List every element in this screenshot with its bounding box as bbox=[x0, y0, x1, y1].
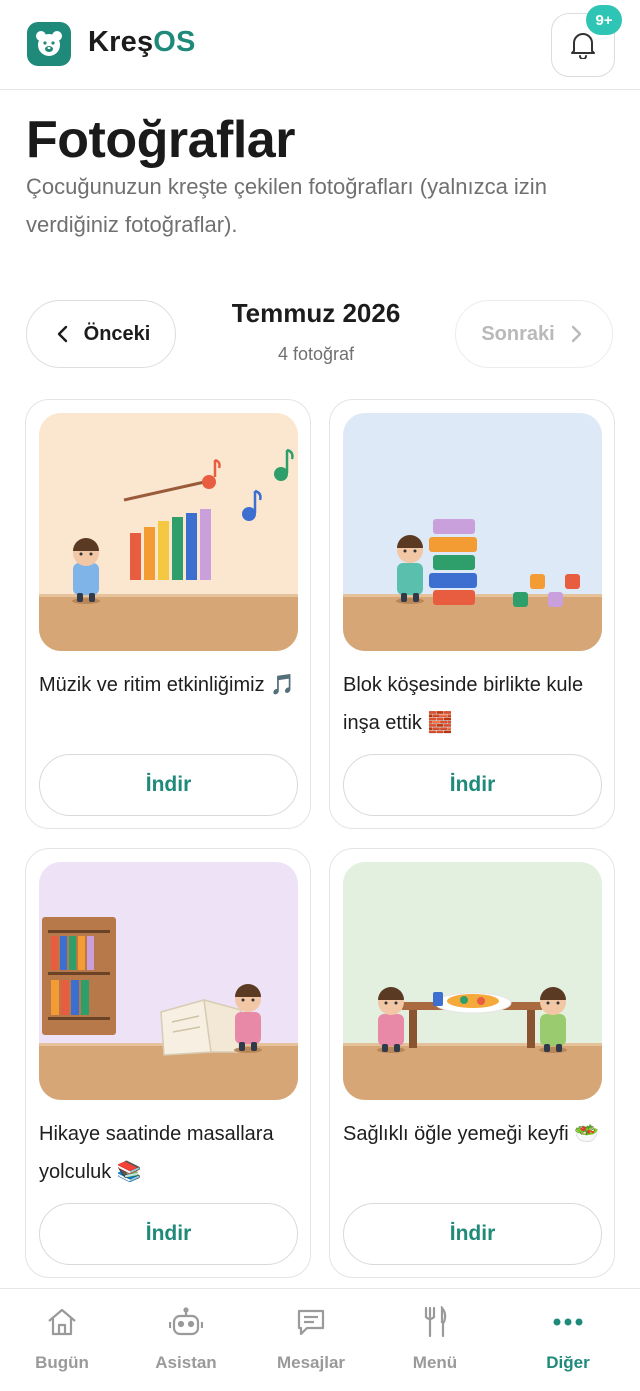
bottom-navigation: Bugün Asistan Mesajlar Menü Diğer bbox=[0, 1288, 640, 1391]
bell-icon bbox=[571, 33, 595, 59]
tab-label: Bugün bbox=[35, 1353, 89, 1372]
top-bar: KreşOS 9+ bbox=[0, 0, 640, 90]
download-button[interactable]: İndir bbox=[343, 1203, 602, 1265]
photo-story[interactable] bbox=[39, 862, 298, 1100]
photo-card: Hikaye saatinde masallara yolculuk 📚 İnd… bbox=[25, 848, 311, 1278]
utensils-icon bbox=[373, 1304, 497, 1340]
photo-caption: Hikaye saatinde masallara yolculuk 📚 bbox=[39, 1123, 274, 1183]
tab-label: Asistan bbox=[155, 1353, 217, 1372]
tab-diger[interactable]: Diğer bbox=[506, 1289, 630, 1391]
download-button[interactable]: İndir bbox=[343, 754, 602, 816]
photo-card: Sağlıklı öğle yemeği keyfi 🥗 İndir bbox=[329, 848, 615, 1278]
previous-month-button[interactable]: Önceki bbox=[26, 300, 176, 368]
bear-logo-icon[interactable] bbox=[27, 22, 71, 66]
photo-card: Müzik ve ritim etkinliğimiz 🎵 İndir bbox=[25, 399, 311, 829]
chevron-right-icon bbox=[571, 325, 581, 343]
more-dots-icon bbox=[506, 1304, 630, 1340]
photo-lunch[interactable] bbox=[343, 862, 602, 1100]
app-brand: KreşOS bbox=[88, 26, 196, 59]
download-button[interactable]: İndir bbox=[39, 754, 298, 816]
photo-card: Blok köşesinde birlikte kule inşa ettik … bbox=[329, 399, 615, 829]
photo-count: 4 fotoğraf bbox=[277, 344, 355, 364]
photo-caption: Sağlıklı öğle yemeği keyfi 🥗 bbox=[343, 1123, 600, 1145]
tab-label: Mesajlar bbox=[276, 1353, 346, 1372]
month-title: Temmuz 2026 bbox=[231, 298, 401, 328]
message-icon bbox=[249, 1304, 373, 1340]
robot-icon bbox=[124, 1304, 248, 1340]
next-month-label: Sonraki bbox=[481, 322, 555, 345]
brand-prefix: Kreş bbox=[88, 26, 154, 58]
home-icon bbox=[0, 1304, 124, 1340]
chevron-left-icon bbox=[57, 325, 67, 343]
photo-caption: Müzik ve ritim etkinliğimiz 🎵 bbox=[39, 674, 296, 696]
tab-label: Diğer bbox=[546, 1353, 590, 1372]
photo-music[interactable] bbox=[39, 413, 298, 651]
download-button[interactable]: İndir bbox=[39, 1203, 298, 1265]
tab-label: Menü bbox=[412, 1353, 458, 1372]
tab-menu[interactable]: Menü bbox=[373, 1289, 497, 1391]
notification-badge: 9+ bbox=[586, 5, 622, 35]
tab-mesajlar[interactable]: Mesajlar bbox=[249, 1289, 373, 1391]
tab-asistan[interactable]: Asistan bbox=[124, 1289, 248, 1391]
previous-month-label: Önceki bbox=[83, 322, 151, 345]
brand-suffix: OS bbox=[153, 26, 196, 58]
next-month-button[interactable]: Sonraki bbox=[455, 300, 613, 368]
photo-blocks[interactable] bbox=[343, 413, 602, 651]
photo-caption: Blok köşesinde birlikte kule inşa ettik … bbox=[343, 674, 584, 734]
page-title: Fotoğraflar bbox=[26, 111, 295, 169]
tab-bugun[interactable]: Bugün bbox=[0, 1289, 124, 1391]
page-description: Çocuğunuzun kreşte çekilen fotoğrafları … bbox=[26, 174, 547, 237]
